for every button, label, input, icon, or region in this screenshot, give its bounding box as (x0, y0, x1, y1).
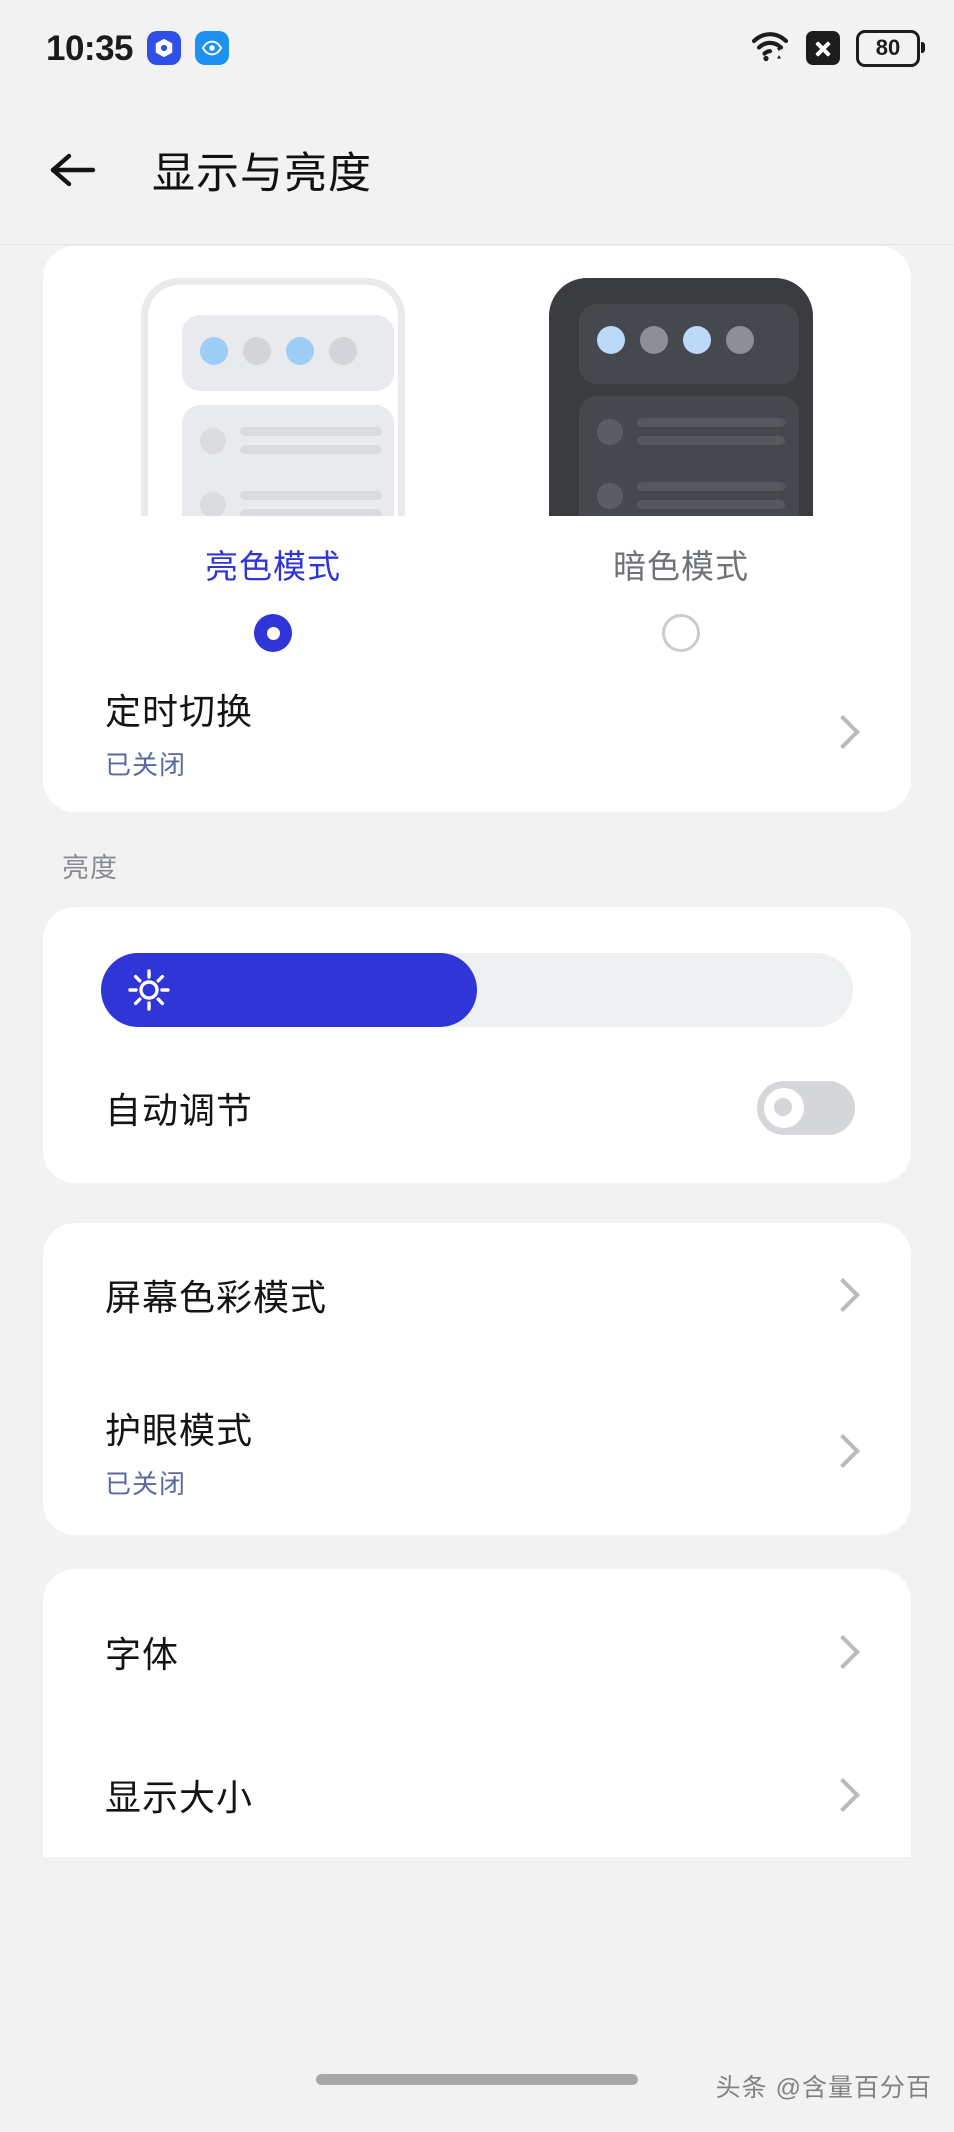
row-eye-comfort-subtitle: 已关闭 (105, 1468, 187, 1499)
theme-option-light[interactable]: 亮色模式 (133, 278, 413, 652)
row-scheduled-switch-texts: 定时切换 已关闭 (105, 683, 253, 782)
theme-option-dark[interactable]: 暗色模式 (541, 278, 821, 652)
status-bar-right: 80 (750, 29, 925, 67)
section-label-brightness: 亮度 (62, 853, 118, 883)
status-bar-left: 10:35 (46, 28, 230, 68)
dark-mode-preview (541, 278, 821, 516)
row-eye-comfort-title: 护眼模式 (105, 1409, 254, 1451)
theme-mode-card: 亮色模式 暗色模式 定时切换 已关闭 (43, 246, 911, 812)
watermark-text: 头条 @含量百分百 (715, 2074, 932, 2102)
row-screen-color-mode[interactable]: 屏幕色彩模式 (43, 1223, 911, 1367)
display-options-card: 屏幕色彩模式 护眼模式 已关闭 (43, 1223, 911, 1535)
battery-indicator: 80 (856, 29, 925, 67)
theme-label-dark: 暗色模式 (613, 548, 749, 585)
row-screen-color-mode-texts: 屏幕色彩模式 (105, 1269, 327, 1321)
row-font-title: 字体 (105, 1634, 180, 1675)
settings-gem-icon (147, 31, 182, 65)
auto-brightness-toggle[interactable] (757, 1081, 855, 1135)
settings-scroll-content[interactable]: 亮色模式 暗色模式 定时切换 已关闭 亮度 自动调节 屏幕色彩模式 护眼模式 已… (0, 246, 954, 2132)
status-bar: 10:35 80 (0, 0, 954, 96)
brightness-card: 自动调节 (43, 907, 911, 1183)
back-button[interactable] (42, 139, 104, 201)
wifi-icon (750, 30, 790, 67)
brightness-slider-wrap (43, 907, 911, 1033)
row-display-size-title: 显示大小 (105, 1777, 254, 1818)
theme-label-light: 亮色模式 (205, 548, 341, 585)
chevron-right-icon (826, 1278, 860, 1312)
back-arrow-icon (50, 153, 96, 187)
row-screen-color-mode-title: 屏幕色彩模式 (105, 1277, 328, 1318)
row-eye-comfort[interactable]: 护眼模式 已关闭 (43, 1367, 911, 1535)
chevron-right-icon (826, 1434, 860, 1468)
row-eye-comfort-texts: 护眼模式 已关闭 (105, 1402, 253, 1501)
chevron-right-icon (826, 1778, 860, 1812)
sim-disabled-icon (806, 31, 840, 65)
light-mode-preview (133, 278, 413, 516)
home-indicator[interactable] (316, 2074, 638, 2085)
sun-icon (127, 968, 171, 1012)
eye-care-icon (195, 31, 230, 65)
row-display-size[interactable]: 显示大小 (43, 1735, 911, 1855)
page-title: 显示与亮度 (152, 150, 372, 198)
theme-radio-light[interactable] (254, 614, 292, 652)
row-auto-brightness[interactable]: 自动调节 (43, 1033, 911, 1183)
brightness-slider-fill (101, 953, 477, 1027)
theme-radio-dark[interactable] (662, 614, 700, 652)
row-font[interactable]: 字体 (43, 1569, 911, 1735)
page-header: 显示与亮度 (0, 96, 954, 245)
chevron-right-icon (826, 1635, 860, 1669)
brightness-slider[interactable] (101, 953, 853, 1027)
toggle-knob (764, 1088, 804, 1128)
theme-options: 亮色模式 暗色模式 (43, 256, 911, 652)
row-scheduled-switch[interactable]: 定时切换 已关闭 (43, 652, 911, 812)
battery-level-text: 80 (875, 35, 901, 60)
row-auto-brightness-title: 自动调节 (105, 1090, 254, 1131)
status-clock: 10:35 (46, 28, 134, 68)
row-scheduled-switch-title: 定时切换 (105, 690, 254, 732)
font-options-card: 字体 显示大小 (43, 1569, 911, 1857)
chevron-right-icon (826, 715, 860, 749)
row-scheduled-switch-subtitle: 已关闭 (105, 749, 187, 780)
